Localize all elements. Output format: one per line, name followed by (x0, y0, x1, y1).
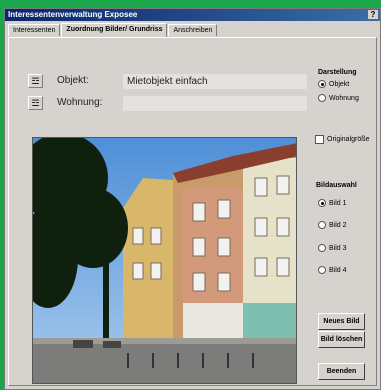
binoculars-icon: ☲ (31, 98, 40, 108)
help-button[interactable]: ? (368, 10, 378, 19)
tab-zuordnung[interactable]: Zuordnung Bilder/ Grundriss (61, 23, 168, 37)
objekt-search-button[interactable]: ☲ (28, 74, 43, 88)
neues-bild-button[interactable]: Neues Bild (318, 313, 365, 330)
radio-bild-2[interactable]: Bild 2 (318, 221, 347, 229)
property-photo (32, 137, 297, 384)
radio-bild-3[interactable]: Bild 3 (318, 244, 347, 252)
objekt-field[interactable]: Mietobjekt einfach (123, 74, 307, 89)
objekt-label: Objekt: (57, 75, 89, 86)
radio-objekt[interactable]: Objekt (318, 80, 349, 88)
wohnung-field[interactable] (123, 96, 307, 111)
radio-bild-1-label: Bild 1 (329, 199, 347, 207)
radio-bild-3-label: Bild 3 (329, 244, 347, 252)
darstellung-title: Darstellung (318, 69, 357, 76)
radio-objekt-label: Objekt (329, 80, 350, 88)
bild-loeschen-button[interactable]: Bild löschen (318, 331, 365, 348)
wohnung-search-button[interactable]: ☲ (28, 96, 43, 110)
radio-bild-1[interactable]: Bild 1 (318, 199, 347, 207)
app-window: Interessentenverwaltung Exposee ? Intere… (4, 8, 381, 390)
tab-interessenten[interactable]: Interessenten (8, 24, 61, 36)
originalgroesse-checkbox[interactable]: Originalgröße (315, 135, 369, 144)
radio-dot (318, 94, 326, 102)
radio-wohnung[interactable]: Wohnung (318, 94, 359, 102)
radio-dot (318, 199, 326, 207)
bildauswahl-title: Bildauswahl (316, 182, 357, 189)
radio-bild-4[interactable]: Bild 4 (318, 266, 347, 274)
radio-dot (318, 266, 326, 274)
radio-bild-4-label: Bild 4 (329, 266, 347, 274)
checkbox-box (315, 135, 324, 144)
binoculars-icon: ☲ (31, 76, 40, 86)
radio-dot (318, 221, 326, 229)
radio-dot (318, 80, 326, 88)
wohnung-label: Wohnung: (57, 97, 103, 108)
tab-anschreiben[interactable]: Anschreiben (168, 24, 218, 36)
originalgroesse-label: Originalgröße (327, 136, 370, 143)
radio-dot (318, 244, 326, 252)
radio-wohnung-label: Wohnung (329, 94, 359, 102)
radio-bild-2-label: Bild 2 (329, 221, 347, 229)
title-bar: Interessentenverwaltung Exposee ? (5, 9, 380, 21)
beenden-button[interactable]: Beenden (318, 363, 365, 380)
window-title: Interessentenverwaltung Exposee (8, 10, 138, 19)
tab-bar: Interessenten Zuordnung Bilder/ Grundris… (8, 23, 218, 37)
building-illustration (33, 138, 296, 383)
